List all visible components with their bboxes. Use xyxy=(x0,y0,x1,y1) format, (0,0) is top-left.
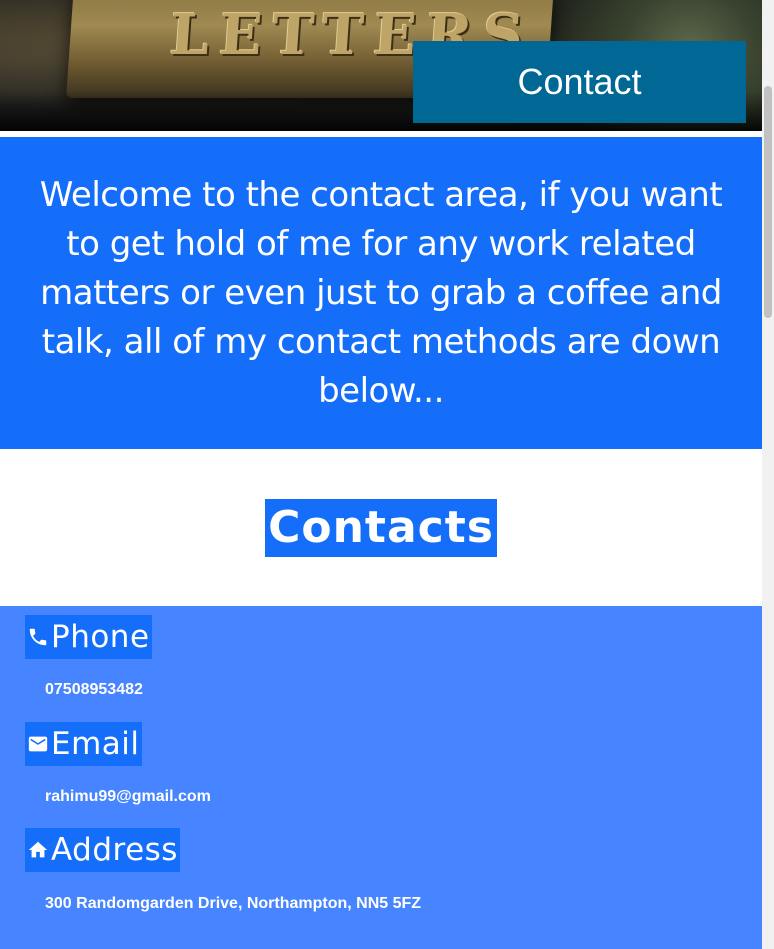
scrollbar-thumb[interactable] xyxy=(764,86,772,318)
address-heading: Address xyxy=(25,828,180,872)
email-value[interactable]: rahimu99@gmail.com xyxy=(45,788,211,806)
phone-icon xyxy=(25,624,51,650)
contacts-title: Contacts xyxy=(265,498,497,557)
email-icon xyxy=(25,731,51,757)
hero-banner: LETTERS Contact xyxy=(0,0,762,131)
page-scrollbar[interactable] xyxy=(762,0,774,949)
welcome-text: Welcome to the contact area, if you want… xyxy=(39,174,723,411)
contact-details-section: Phone 07508953482 Email rahimu99@gmail.c… xyxy=(0,606,762,949)
address-label: Address xyxy=(51,832,178,868)
home-icon xyxy=(25,837,51,863)
phone-heading: Phone xyxy=(25,615,152,659)
phone-value[interactable]: 07508953482 xyxy=(45,681,143,699)
contacts-header-section: Contacts xyxy=(0,449,762,606)
welcome-section: Welcome to the contact area, if you want… xyxy=(0,137,762,449)
address-value: 300 Randomgarden Drive, Northampton, NN5… xyxy=(45,895,422,912)
contact-banner-label: Contact xyxy=(413,41,746,123)
phone-label: Phone xyxy=(51,619,150,655)
email-heading: Email xyxy=(25,722,142,766)
email-label: Email xyxy=(51,726,140,762)
